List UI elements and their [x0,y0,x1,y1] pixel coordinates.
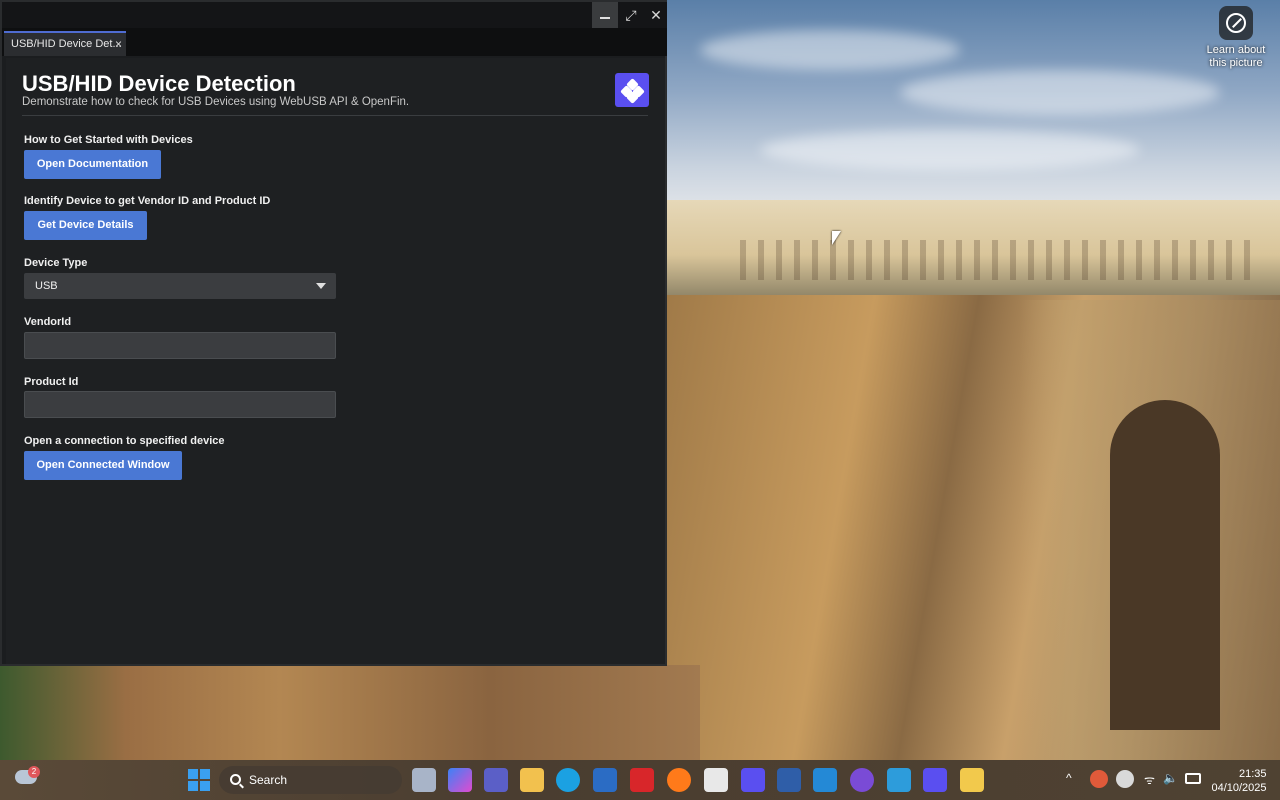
device-type-label: Device Type [24,257,88,269]
taskbar: 2 Search ^ ᯤ 🔈 21:35 04/10/2025 [0,760,1280,800]
close-button[interactable]: ✕ [643,2,669,28]
open-connected-window-button[interactable]: Open Connected Window [24,451,182,480]
chevron-down-icon [316,283,326,289]
vendor-id-input[interactable] [24,332,336,359]
notification-badge: 2 [28,766,40,778]
clock-time: 21:35 [1239,768,1267,780]
town-windows [740,240,1260,280]
file-explorer-icon[interactable] [520,768,544,792]
page-title: USB/HID Device Detection [22,71,296,96]
app-content: USB/HID Device Detection Demonstrate how… [6,58,665,664]
vendor-id-label: VendorId [24,316,72,328]
clock-date: 04/10/2025 [1211,782,1267,794]
cloud [760,130,1140,170]
product-id-label: Product Id [24,376,79,388]
notes-icon[interactable] [887,768,911,792]
tab-label: USB/HID Device Det... [11,38,122,50]
vscode-icon[interactable] [813,768,837,792]
tab-usb-hid[interactable]: USB/HID Device Det... × [4,31,126,56]
app-l-icon[interactable] [630,768,654,792]
get-device-details-button[interactable]: Get Device Details [24,211,147,240]
header-divider [22,115,648,116]
battery-icon[interactable] [1185,773,1201,784]
page-subtitle: Demonstrate how to check for USB Devices… [22,96,410,108]
taskbar-clock[interactable]: 21:35 04/10/2025 [1211,767,1267,795]
tab-strip: USB/HID Device Det... × [2,28,667,56]
search-placeholder: Search [249,773,288,787]
open-documentation-button[interactable]: Open Documentation [24,150,161,179]
openfin-icon[interactable] [741,768,765,792]
maximize-button[interactable]: ⤢ [618,2,644,28]
teams-icon[interactable] [484,768,508,792]
start-button-icon[interactable] [188,769,210,791]
product-id-input[interactable] [24,391,336,418]
identify-label: Identify Device to get Vendor ID and Pro… [24,195,271,207]
device-type-select[interactable]: USB [24,273,336,299]
cliff-lower [0,665,700,760]
github-icon[interactable] [850,768,874,792]
notepad-icon[interactable] [704,768,728,792]
learn-about-picture[interactable]: Learn about this picture [1200,6,1272,70]
connect-label: Open a connection to specified device [24,435,225,447]
tab-close-icon[interactable]: × [115,33,122,55]
search-icon [230,774,241,785]
device-type-value: USB [35,280,58,292]
title-bar[interactable]: ⤢ ✕ [2,2,667,28]
openfin-dev-icon[interactable] [923,768,947,792]
task-view-icon[interactable] [412,768,436,792]
minimize-button[interactable] [592,2,618,28]
docs-label: How to Get Started with Devices [24,134,193,146]
tray-chevron-icon[interactable]: ^ [1066,771,1072,785]
workspace-icon[interactable] [777,768,801,792]
cloud [900,70,1220,115]
bridge-arch [1110,400,1220,730]
taskbar-search[interactable]: Search [219,766,402,794]
learn-about-picture-label: Learn about this picture [1206,44,1266,69]
cloud [700,30,960,70]
mouse-cursor-icon [832,231,841,245]
copilot-icon[interactable] [448,768,472,792]
onedrive-icon[interactable] [1116,770,1134,788]
edge-browser-icon[interactable] [556,768,580,792]
wifi-icon[interactable]: ᯤ [1144,771,1155,788]
folder-icon[interactable] [960,768,984,792]
camera-lens-icon [1219,6,1253,40]
openfin-logo-icon [615,73,649,107]
minimize-icon [600,17,610,19]
volume-icon[interactable]: 🔈 [1163,771,1178,785]
sync-icon[interactable] [1090,770,1108,788]
firefox-icon[interactable] [667,768,691,792]
app-window: ⤢ ✕ USB/HID Device Det... × USB/HID Devi… [0,0,667,666]
store-icon[interactable] [593,768,617,792]
